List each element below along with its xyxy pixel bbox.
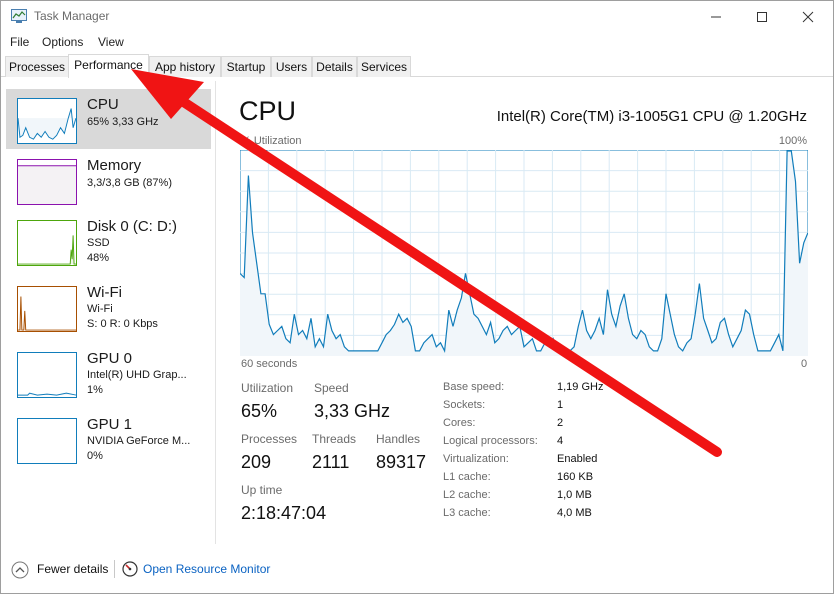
tab-services[interactable]: Services — [357, 56, 411, 77]
tab-users[interactable]: Users — [271, 56, 312, 77]
utilization-value: 65% — [241, 401, 278, 421]
maximize-icon — [757, 12, 767, 22]
task-manager-icon — [11, 9, 27, 23]
maximize-button[interactable] — [739, 1, 785, 32]
threads-label: Threads — [312, 432, 357, 446]
tab-strip: Processes Performance App history Startu… — [1, 54, 833, 78]
title-bar[interactable]: Task Manager — [1, 1, 833, 32]
tab-details[interactable]: Details — [312, 56, 357, 77]
tab-performance[interactable]: Performance — [68, 54, 149, 78]
handles-label: Handles — [376, 432, 421, 446]
cpu-model-name: Intel(R) Core(TM) i3-1005G1 CPU @ 1.20GH… — [496, 108, 807, 125]
l1-cache-value: 160 KB — [557, 471, 594, 483]
l2-cache-value: 1,0 MB — [557, 489, 592, 501]
speed-label: Speed — [314, 381, 349, 395]
base-speed-label: Base speed: — [443, 381, 505, 393]
fewer-details-link[interactable]: Fewer details — [37, 562, 108, 576]
base-speed-value: 1,19 GHz — [557, 381, 604, 393]
tab-processes[interactable]: Processes — [5, 56, 69, 77]
sidebar-gpu1-title: GPU 1 — [87, 416, 133, 433]
l3-cache-value: 4,0 MB — [557, 507, 592, 519]
graph-y-max-label: 100% — [778, 135, 807, 147]
sidebar-wifi-adapter: Wi-Fi — [87, 303, 113, 315]
sidebar-gpu0-name: Intel(R) UHD Grap... — [87, 369, 187, 381]
sidebar-cpu-title: CPU — [87, 96, 119, 113]
footer-bar: Fewer details Open Resource Monitor — [1, 551, 833, 591]
cores-label: Cores: — [443, 417, 476, 429]
virtualization-label: Virtualization: — [443, 453, 509, 465]
tab-startup[interactable]: Startup — [221, 56, 271, 77]
disk-thumbnail-graph — [17, 220, 77, 266]
memory-thumbnail-graph — [17, 159, 77, 205]
speed-value: 3,33 GHz — [314, 401, 391, 421]
sidebar-disk-title: Disk 0 (C: D:) — [87, 218, 177, 235]
logical-processors-value: 4 — [557, 435, 564, 447]
logical-processors-label: Logical processors: — [443, 435, 538, 447]
sidebar-wifi-throughput: S: 0 R: 0 Kbps — [87, 318, 158, 330]
cpu-utilization-graph — [240, 150, 808, 356]
minimize-icon — [711, 16, 721, 18]
sidebar-memory-title: Memory — [87, 157, 142, 174]
processes-label: Processes — [241, 432, 298, 446]
utilization-label: Utilization — [241, 381, 294, 395]
sockets-value: 1 — [557, 399, 564, 411]
gpu1-thumbnail-graph — [17, 418, 77, 464]
virtualization-value: Enabled — [557, 453, 598, 465]
menu-view[interactable]: View — [98, 35, 124, 49]
l2-cache-label: L2 cache: — [443, 489, 491, 501]
open-resource-monitor-link[interactable]: Open Resource Monitor — [143, 562, 270, 576]
sockets-label: Sockets: — [443, 399, 486, 411]
wifi-thumbnail-graph — [17, 286, 77, 332]
cpu-thumbnail-graph — [17, 98, 77, 144]
threads-value: 2111 — [312, 452, 350, 472]
sidebar-cpu-detail: 65% 3,33 GHz — [87, 116, 159, 128]
graph-y-label: % Utilization — [241, 135, 302, 147]
sidebar-item-cpu[interactable]: CPU 65% 3,33 GHz — [6, 89, 211, 149]
sidebar-gpu1-usage: 0% — [87, 450, 103, 462]
resource-monitor-icon — [122, 561, 138, 577]
sidebar-item-gpu0[interactable]: GPU 0 Intel(R) UHD Grap... 1% — [6, 343, 211, 403]
uptime-value: 2:18:47:04 — [241, 503, 327, 523]
minimize-button[interactable] — [693, 1, 739, 32]
cores-value: 2 — [557, 417, 564, 429]
performance-sidebar: CPU 65% 3,33 GHz Memory 3,3/3,8 GB (87%)… — [1, 81, 216, 544]
l1-cache-label: L1 cache: — [443, 471, 491, 483]
sidebar-wifi-title: Wi-Fi — [87, 284, 122, 301]
task-manager-window: Task Manager File Options View Processes… — [0, 0, 834, 594]
sidebar-memory-detail: 3,3/3,8 GB (87%) — [87, 177, 172, 189]
processes-value: 209 — [241, 452, 272, 472]
uptime-label: Up time — [241, 483, 283, 497]
close-button[interactable] — [785, 1, 831, 32]
graph-x-label: 60 seconds — [241, 358, 298, 370]
sidebar-item-gpu1[interactable]: GPU 1 NVIDIA GeForce M... 0% — [6, 409, 211, 469]
sidebar-item-disk[interactable]: Disk 0 (C: D:) SSD 48% — [6, 211, 211, 271]
sidebar-item-memory[interactable]: Memory 3,3/3,8 GB (87%) — [6, 150, 211, 210]
collapse-chevron-icon[interactable] — [11, 561, 29, 579]
sidebar-gpu0-usage: 1% — [87, 384, 103, 396]
sidebar-item-wifi[interactable]: Wi-Fi Wi-Fi S: 0 R: 0 Kbps — [6, 277, 211, 337]
gpu0-thumbnail-graph — [17, 352, 77, 398]
sidebar-disk-usage: 48% — [87, 252, 110, 264]
footer-divider — [114, 560, 115, 578]
close-icon — [802, 11, 814, 23]
tab-app-history[interactable]: App history — [149, 56, 221, 77]
graph-x-min-label: 0 — [801, 358, 808, 370]
handles-value: 89317 — [376, 452, 427, 472]
sidebar-gpu1-name: NVIDIA GeForce M... — [87, 435, 191, 447]
l3-cache-label: L3 cache: — [443, 507, 491, 519]
page-title: CPU — [239, 96, 297, 126]
menu-file[interactable]: File — [10, 35, 29, 49]
sidebar-gpu0-title: GPU 0 — [87, 350, 133, 367]
window-title: Task Manager — [34, 9, 110, 23]
menu-bar: File Options View — [1, 32, 833, 52]
sidebar-disk-type: SSD — [87, 237, 110, 249]
menu-options[interactable]: Options — [42, 35, 83, 49]
